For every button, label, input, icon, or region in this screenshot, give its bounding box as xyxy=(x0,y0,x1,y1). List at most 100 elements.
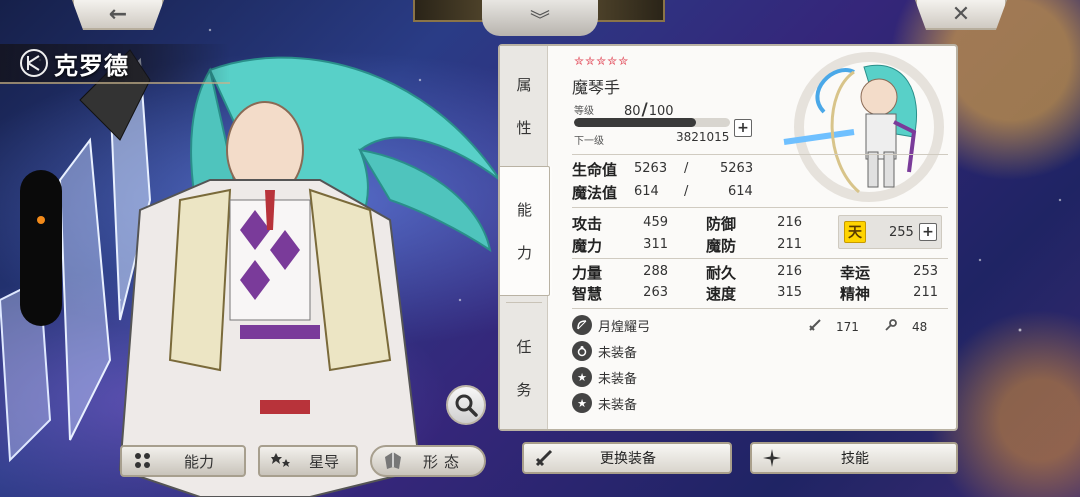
stat-spirit-label: 精神 xyxy=(840,285,871,303)
tab-ability[interactable]: 能 力 xyxy=(500,166,550,296)
tab-attributes-char2: 性 xyxy=(516,119,532,137)
side-scroll-slider[interactable] xyxy=(20,170,62,326)
mp-value: 614 xyxy=(634,184,659,199)
stat-def-value: 216 xyxy=(777,215,802,230)
divider xyxy=(572,154,948,155)
slider-indicator-dot xyxy=(37,216,45,224)
star-badge-icon: ★ xyxy=(572,367,592,387)
divider xyxy=(572,308,948,309)
level-label: 等级 xyxy=(574,106,594,117)
level-current: 80 xyxy=(624,104,641,119)
weapon-name: 月煌耀弓 xyxy=(598,319,651,335)
mp-max: 614 xyxy=(728,184,753,199)
mp-label: 魔法值 xyxy=(572,184,618,202)
star-guide-button[interactable]: 星导 xyxy=(258,445,358,477)
stat-mag-value: 311 xyxy=(643,237,668,252)
bow-icon xyxy=(572,315,592,335)
hp-slash: / xyxy=(684,161,689,176)
back-arrow-icon: ← xyxy=(108,1,128,27)
tab-ability-char1: 能 xyxy=(516,201,532,219)
slot-1-status: 未装备 xyxy=(598,345,638,361)
level-up-plus-button[interactable]: + xyxy=(734,119,752,137)
stat-mag-label: 魔力 xyxy=(572,237,603,255)
element-emblem-icon xyxy=(20,49,48,77)
stat-atk-label: 攻击 xyxy=(572,215,603,233)
stat-mdef-value: 211 xyxy=(777,237,802,252)
hero-chibi-portrait xyxy=(783,52,944,202)
exp-progress-bar xyxy=(574,118,730,127)
next-level-exp: 3821015 xyxy=(676,130,730,144)
equip-slot-1[interactable]: 未装备 xyxy=(572,340,637,362)
tab-attributes-char1: 属 xyxy=(516,76,532,94)
hp-max: 5263 xyxy=(720,161,754,176)
slot-2-status: 未装备 xyxy=(598,371,638,387)
level-max: 100 xyxy=(648,104,674,119)
weapon-range-value: 48 xyxy=(912,320,928,334)
stat-sta-value: 216 xyxy=(777,264,802,279)
tab-quest-char2: 务 xyxy=(516,381,532,399)
form-button[interactable]: 形态 xyxy=(370,445,486,477)
weapon-attack-stat: 171 xyxy=(808,318,859,336)
star-guide-icon xyxy=(270,450,292,472)
hp-row: 生命值 5263 / 5263 xyxy=(572,159,753,180)
equip-slot-2[interactable]: ★ 未装备 xyxy=(572,366,637,388)
mp-row: 魔法值 614 / 614 xyxy=(572,182,753,203)
hp-value: 5263 xyxy=(634,161,668,176)
stat-spd-value: 315 xyxy=(777,285,802,300)
tab-attributes[interactable]: 属 性 xyxy=(500,46,548,166)
hp-label: 生命值 xyxy=(572,161,618,179)
sky-glyph-icon: 天 xyxy=(844,221,866,243)
mp-slash: / xyxy=(684,184,689,199)
star-guide-label: 星导 xyxy=(308,452,339,471)
exp-progress-fill xyxy=(574,118,696,127)
tab-divider xyxy=(506,302,542,303)
rarity-stars: ✮✮✮✮✮ xyxy=(574,54,630,68)
divider xyxy=(572,207,948,208)
ring-icon xyxy=(572,341,592,361)
hero-name: 克罗德 xyxy=(54,51,129,80)
stat-sta-label: 耐久 xyxy=(706,264,737,282)
sword-icon xyxy=(808,318,822,336)
equip-slot-3[interactable]: ★ 未装备 xyxy=(572,392,637,414)
range-icon xyxy=(884,318,898,336)
stat-spirit-value: 211 xyxy=(913,285,938,300)
stat-spd-label: 速度 xyxy=(706,285,737,303)
collapse-button[interactable]: ︾ xyxy=(482,0,598,36)
stat-wis-label: 智慧 xyxy=(572,285,603,303)
character-info-panel: 属 性 能 力 任 务 ✮✮✮✮✮ 魔琴手 等级 80/100 下一级 3821… xyxy=(498,44,958,431)
change-equipment-button[interactable]: 更换装备 xyxy=(522,442,732,474)
close-icon: ✕ xyxy=(951,1,971,27)
hero-name-bar: 克罗德 xyxy=(0,44,230,84)
skills-label: 技能 xyxy=(841,451,869,467)
zoom-button[interactable] xyxy=(446,385,486,425)
ability-button-label: 能力 xyxy=(183,452,214,471)
chevron-down-icon: ︾ xyxy=(530,7,550,32)
sky-value: 255 xyxy=(889,225,914,240)
close-button[interactable]: ✕ xyxy=(915,0,1007,30)
skills-button[interactable]: 技能 xyxy=(750,442,958,474)
star-badge-icon: ★ xyxy=(572,393,592,413)
level-value: 80/100 xyxy=(624,100,674,120)
next-level-label: 下一级 xyxy=(574,136,604,147)
stat-luck-label: 幸运 xyxy=(840,264,871,282)
divider xyxy=(572,258,948,259)
stat-str-label: 力量 xyxy=(572,264,603,282)
stat-wis-value: 263 xyxy=(643,285,668,300)
panel-tab-strip: 属 性 能 力 任 务 xyxy=(500,46,550,429)
weapon-attack-value: 171 xyxy=(836,320,859,334)
form-mask-icon xyxy=(382,450,404,472)
stat-atk-value: 459 xyxy=(643,215,668,230)
ability-button[interactable]: 能力 xyxy=(120,445,246,477)
tab-quest[interactable]: 任 务 xyxy=(500,308,548,428)
tab-ability-char2: 力 xyxy=(516,244,532,262)
magnifier-icon xyxy=(455,394,478,417)
sky-plus-button[interactable]: + xyxy=(919,223,937,241)
form-button-label: 形态 xyxy=(422,452,465,471)
sky-attribute-box: 天 255 + xyxy=(838,215,942,249)
sword-icon xyxy=(532,446,556,470)
hero-illustration xyxy=(79,49,500,497)
back-button[interactable]: ← xyxy=(72,0,164,30)
equip-weapon-row[interactable]: 月煌耀弓 xyxy=(572,314,650,336)
stat-str-value: 288 xyxy=(643,264,668,279)
class-name: 魔琴手 xyxy=(572,78,621,97)
